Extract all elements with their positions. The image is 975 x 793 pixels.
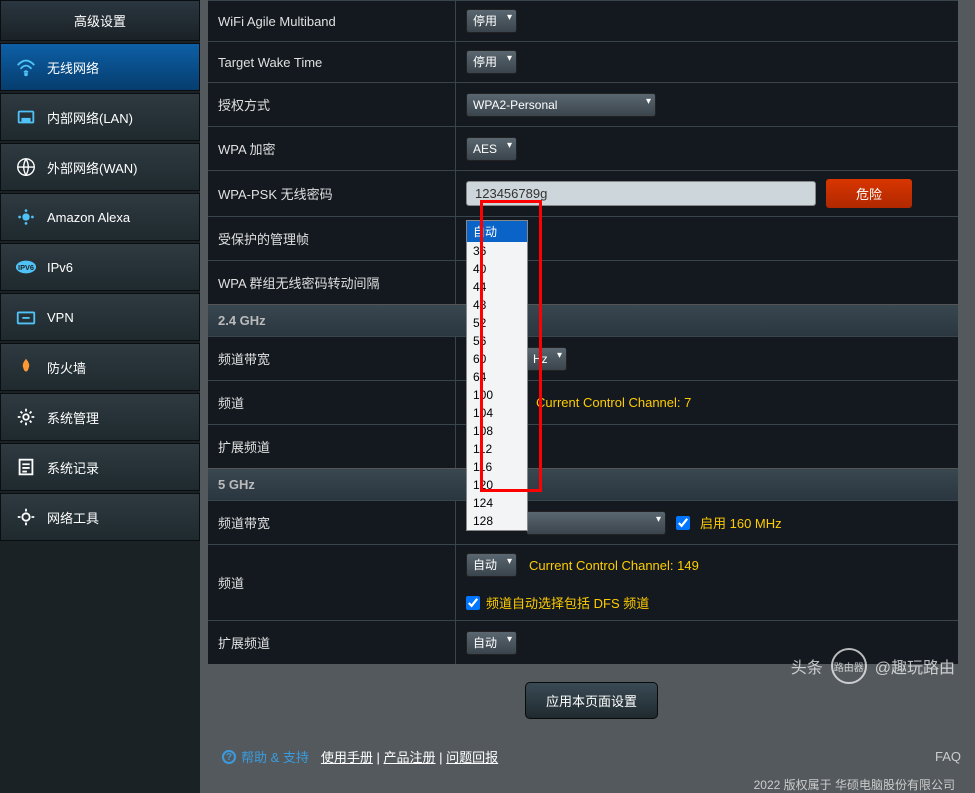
sidebar-item-vpn[interactable]: VPN (0, 293, 200, 341)
lan-icon (15, 106, 37, 128)
label-dfs: 频道自动选择包括 DFS 频道 (486, 593, 649, 612)
dropdown-option[interactable]: 60 (467, 350, 527, 368)
dropdown-option[interactable]: 112 (467, 440, 527, 458)
sidebar-item-label: 无线网络 (47, 58, 99, 77)
sidebar-item-label: 系统记录 (47, 458, 99, 477)
footer-links: 使用手册 | 产品注册 | 问题回报 (321, 747, 498, 766)
label-wpapsk: WPA-PSK 无线密码 (208, 171, 456, 216)
section-24ghz: 2.4 GHz (208, 304, 958, 336)
label-bw24: 频道带宽 (208, 337, 456, 380)
dropdown-option[interactable]: 36 (467, 242, 527, 260)
link-manual[interactable]: 使用手册 (321, 750, 373, 765)
log-icon (15, 456, 37, 478)
alexa-icon (15, 206, 37, 228)
sidebar-item-firewall[interactable]: 防火墙 (0, 343, 200, 391)
channel-dropdown-list[interactable]: 自动36404448525660641001041081121161201241… (466, 220, 528, 531)
label-160mhz: 启用 160 MHz (700, 513, 782, 532)
dropdown-option[interactable]: 104 (467, 404, 527, 422)
copyright: 2022 版权属于 华硕电脑股份有限公司 (208, 776, 975, 793)
apply-button[interactable]: 应用本页面设置 (525, 682, 658, 719)
checkbox-dfs[interactable] (466, 596, 480, 610)
dropdown-option[interactable]: 40 (467, 260, 527, 278)
label-wifi-agile: WiFi Agile Multiband (208, 1, 456, 41)
note-ch24: Current Control Channel: 7 (536, 395, 691, 410)
dropdown-option[interactable]: 116 (467, 458, 527, 476)
dropdown-option[interactable]: 自动 (467, 221, 527, 242)
section-5ghz: 5 GHz (208, 468, 958, 500)
dropdown-option[interactable]: 100 (467, 386, 527, 404)
sidebar-item-label: 内部网络(LAN) (47, 108, 133, 127)
label-ch24: 频道 (208, 381, 456, 424)
gear-icon (15, 406, 37, 428)
wrench-icon (15, 506, 37, 528)
sidebar-item-label: IPv6 (47, 260, 73, 275)
svg-text:IPV6: IPV6 (18, 263, 34, 272)
dropdown-option[interactable]: 44 (467, 278, 527, 296)
select-wifi-agile[interactable]: 停用 (466, 9, 517, 33)
sidebar-item-lan[interactable]: 内部网络(LAN) (0, 93, 200, 141)
faq-link[interactable]: FAQ (935, 749, 961, 764)
sidebar-item-label: Amazon Alexa (47, 210, 130, 225)
label-ext24: 扩展频道 (208, 425, 456, 468)
danger-badge: 危险 (826, 179, 912, 208)
vpn-icon (15, 306, 37, 328)
label-wpaenc: WPA 加密 (208, 127, 456, 170)
sidebar-item-label: VPN (47, 310, 74, 325)
fire-icon (15, 356, 37, 378)
dropdown-option[interactable]: 108 (467, 422, 527, 440)
dropdown-option[interactable]: 64 (467, 368, 527, 386)
link-reg[interactable]: 产品注册 (384, 750, 436, 765)
select-target-wake[interactable]: 停用 (466, 50, 517, 74)
select-auth[interactable]: WPA2-Personal (466, 93, 656, 117)
label-ext5: 扩展频道 (208, 621, 456, 664)
sidebar-item-wan[interactable]: 外部网络(WAN) (0, 143, 200, 191)
sidebar-item-label: 系统管理 (47, 408, 99, 427)
select-ch5[interactable]: 自动 (466, 553, 517, 577)
sidebar-item-ipv6[interactable]: IPV6 IPv6 (0, 243, 200, 291)
wifi-icon (15, 56, 37, 78)
dropdown-option[interactable]: 48 (467, 296, 527, 314)
globe-icon (15, 156, 37, 178)
dropdown-option[interactable]: 120 (467, 476, 527, 494)
dropdown-option[interactable]: 52 (467, 314, 527, 332)
sidebar-item-label: 网络工具 (47, 508, 99, 527)
help-link[interactable]: ? 帮助 & 支持 (222, 747, 309, 766)
sidebar-item-admin[interactable]: 系统管理 (0, 393, 200, 441)
select-bw5[interactable] (526, 511, 666, 535)
select-wpa-enc[interactable]: AES (466, 137, 517, 161)
sidebar-item-wireless[interactable]: 无线网络 (0, 43, 200, 91)
label-pmf: 受保护的管理帧 (208, 217, 456, 260)
link-feedback[interactable]: 问题回报 (446, 750, 498, 765)
checkbox-160mhz[interactable] (676, 516, 690, 530)
watermark: 头条 路由器 @趣玩路由 (791, 648, 955, 684)
dropdown-option[interactable]: 124 (467, 494, 527, 512)
sidebar-item-log[interactable]: 系统记录 (0, 443, 200, 491)
sidebar-item-label: 防火墙 (47, 358, 86, 377)
ipv6-icon: IPV6 (15, 256, 37, 278)
dropdown-option[interactable]: 128 (467, 512, 527, 530)
label-auth: 授权方式 (208, 83, 456, 126)
label-ch5: 频道 (208, 545, 456, 620)
input-wpapsk[interactable] (466, 181, 816, 206)
dropdown-option[interactable]: 56 (467, 332, 527, 350)
select-ext5[interactable]: 自动 (466, 631, 517, 655)
label-groupkey: WPA 群组无线密码转动间隔 (208, 261, 456, 304)
select-bw24[interactable]: Hz (526, 347, 567, 371)
label-target-wake: Target Wake Time (208, 42, 456, 82)
sidebar-item-tools[interactable]: 网络工具 (0, 493, 200, 541)
sidebar-item-alexa[interactable]: Amazon Alexa (0, 193, 200, 241)
note-ch5: Current Control Channel: 149 (529, 558, 699, 573)
sidebar-header: 高级设置 (0, 0, 200, 41)
sidebar-item-label: 外部网络(WAN) (47, 158, 138, 177)
help-icon: ? (222, 750, 236, 764)
label-bw5: 频道带宽 (208, 501, 456, 544)
